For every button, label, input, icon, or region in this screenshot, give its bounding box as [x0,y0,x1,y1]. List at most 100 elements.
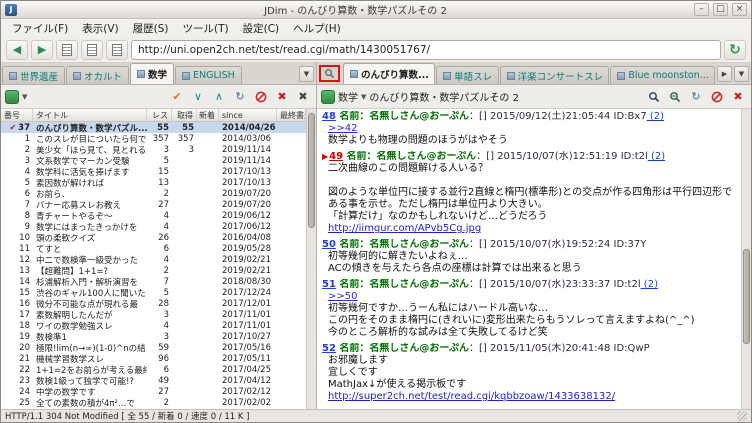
stop-thread-button[interactable] [708,88,726,106]
column-header-lastwrite[interactable]: 最終書込 [277,109,306,121]
thread-tab-2[interactable]: 洋楽コンサートスレ [499,66,610,84]
reload-thread-button[interactable]: ↻ [687,88,705,106]
post-number-link[interactable]: 48 [322,111,336,122]
post-count-link[interactable]: (2) [648,151,665,162]
column-header-title[interactable]: タイトル [33,109,147,121]
reload-board-button[interactable]: ↻ [231,88,249,106]
thread-scrollbar-thumb[interactable] [743,249,750,344]
post-url-link[interactable]: http://super2ch.net/test/read.cgi/kqbbzo… [328,391,615,402]
thread-tab-3[interactable]: Blue moonston... [610,66,715,84]
thread-list-row[interactable]: 15 渋谷のギャル100人に聞いた 5 2017/12/24 [1,287,306,299]
column-header-since[interactable]: since [219,109,277,121]
menu-item-3[interactable]: ツール(T) [175,20,235,37]
delete-button[interactable]: ✖ [273,88,291,106]
open-url-go-button[interactable]: ↻ [724,39,746,60]
thread-list-row[interactable]: 4 数学科に活気を捧げます 15 2017/10/13 [1,166,306,178]
board-tab-0[interactable]: 世界遺産 [2,66,66,84]
column-header-new[interactable]: 新着 [197,109,219,121]
check-update-button[interactable]: ✔ [168,88,186,106]
posts-container[interactable]: 48 名前：名無しさん@おーぷん：[] 2015/09/12(土)21:05:4… [317,109,741,409]
thread-list-row[interactable]: 7 バナー応募スレお教え 27 2019/07/20 [1,199,306,211]
thread-list-row[interactable]: 23 数検1級って独学で可能!? 49 2017/04/12 [1,375,306,387]
post-number-link[interactable]: 50 [322,239,336,250]
scroll-up-button[interactable]: ∧ [210,88,228,106]
close-board-button[interactable]: ✖ [294,88,312,106]
column-header-got[interactable]: 取得 [172,109,197,121]
back-button[interactable]: ◀ [6,39,28,60]
stop-button[interactable] [252,88,270,106]
new-thread-button[interactable] [56,39,78,60]
title-bar[interactable]: J JDim - のんびり算数・数学パズルその 2 – □ × [1,1,751,19]
board-scrollbar-thumb[interactable] [308,113,315,228]
thread-list-row[interactable]: 8 青チャートやるぞ〜 4 2019/06/12 [1,210,306,222]
post-count-link[interactable]: (2) [647,111,664,122]
thread-list-row[interactable]: 21 機械学習数学スレ 96 2017/05/11 [1,353,306,365]
post-number-link[interactable]: 49 [329,151,343,162]
minimize-button[interactable]: – [694,3,709,16]
thread-list-row[interactable]: 19 数検準1 3 2017/10/27 [1,331,306,343]
thread-tab-overflow-button[interactable]: ▼ [734,66,749,82]
resize-grip[interactable] [737,411,747,421]
board-scrollbar[interactable] [306,109,316,409]
thread-list-row[interactable]: 17 素数解明したんだが 3 2017/11/01 [1,309,306,321]
forward-button[interactable]: ▶ [31,39,53,60]
thread-list-row[interactable]: 9 数学にはまったきっかけを 4 2017/06/12 [1,221,306,233]
thread-list-row[interactable]: 16 微分不可能な点が現れる最 28 2017/12/01 [1,298,306,310]
menu-item-1[interactable]: 表示(V) [75,20,125,37]
thread-list-row[interactable]: 14 杉浦解析入門・解析演習を 7 2018/08/30 [1,276,306,288]
thread-board-icon[interactable] [321,89,335,104]
url-input[interactable] [131,39,721,60]
post-id-link[interactable]: ID:t2l [621,151,648,162]
close-button[interactable]: × [732,3,747,16]
menu-item-4[interactable]: 設定(C) [236,20,287,37]
highlighted-toolbar-button[interactable] [319,65,340,82]
thread-tab-1[interactable]: 単語スレ [436,66,499,84]
post-number-link[interactable]: 52 [322,343,336,354]
thread-tab-0[interactable]: のんびり算数... [343,63,436,84]
post-url-link[interactable]: http://iimgur.com/APvb5Cg.jpg [328,223,481,234]
close-thread-button[interactable]: ✖ [729,88,747,106]
post-number-link[interactable]: 51 [322,279,336,290]
thread-list-row[interactable]: 13 【超難問】1+1=? 2 2019/02/21 [1,265,306,277]
post-id-link[interactable]: ID:37Y [614,239,647,250]
menu-item-2[interactable]: 履歴(S) [126,20,176,37]
thread-list-row[interactable]: 2 美少女「ほら見て、見とれる」 3 3 2019/11/14 [1,144,306,156]
post-id-link[interactable]: ID:t2l [614,279,641,290]
board-tab-overflow-button[interactable]: ▼ [299,66,314,82]
thread-list-row[interactable]: 25 全ての素数の積が4π²…で 2 2017/02/02 [1,397,306,409]
thread-list-row[interactable]: 10 頭の柔軟クイズ 26 2016/04/08 [1,232,306,244]
thread-list-row[interactable]: 5 素因数が解ければ 13 2017/10/13 [1,177,306,189]
board-tab-2[interactable]: 数学 [130,63,175,84]
thread-scrollbar[interactable] [741,109,751,409]
extract-button[interactable] [666,88,684,106]
open-url-button[interactable] [106,39,128,60]
maximize-button[interactable]: □ [713,3,728,16]
board-name-label[interactable]: 数学 [338,89,358,104]
search-button[interactable] [645,88,663,106]
board-tab-3[interactable]: ENGLISH [175,66,242,84]
post-id-link[interactable]: ID:Bx7 [614,111,647,122]
write-button[interactable] [81,39,103,60]
board-select-dropdown-icon[interactable]: ▼ [361,93,366,101]
thread-list-row[interactable]: 12 中二で数検準一級受かった 4 2019/02/21 [1,254,306,266]
thread-list-row[interactable]: 3 文系数学でマーカン受験 5 2019/11/14 [1,155,306,167]
thread-list-row[interactable]: 20 極限!lim(n→∞)(1-0)^nの結 59 2017/05/16 [1,342,306,354]
column-header-number[interactable]: 番号 [1,109,33,121]
menu-item-5[interactable]: ヘルプ(H) [286,20,348,37]
menu-item-0[interactable]: ファイル(F) [5,20,75,37]
thread-list-row[interactable]: 6 お前ら、 2 2019/07/20 [1,188,306,200]
thread-list-row[interactable]: 11 てすと 6 2019/05/28 [1,243,306,255]
thread-list-row[interactable]: ✔ 37 のんびり算数・数学パズル... 55 55 2014/04/26 [1,122,306,134]
column-header-res[interactable]: レス [147,109,172,121]
post-anchor-link[interactable]: >>50 [328,291,357,302]
post-id-link[interactable]: ID:QwP [614,343,650,354]
thread-list-row[interactable]: 22 1+1=2をお前らが考える最終 6 2017/04/25 [1,364,306,376]
board-icon[interactable] [5,89,19,104]
thread-list-row[interactable]: 24 中学の数学です 27 2017/02/12 [1,386,306,398]
thread-list-row[interactable]: 1 このスレが目についたら何で 357 357 2014/03/06 [1,133,306,145]
post-anchor-link[interactable]: >>42 [328,123,357,134]
thread-tab-scroll-right-button[interactable]: ▶ [717,66,732,82]
board-tab-1[interactable]: オカルト [66,66,130,84]
board-dropdown-icon[interactable]: ▼ [22,93,27,101]
thread-list-row[interactable]: 18 ワイの数学勉強スレ 4 2017/11/01 [1,320,306,332]
